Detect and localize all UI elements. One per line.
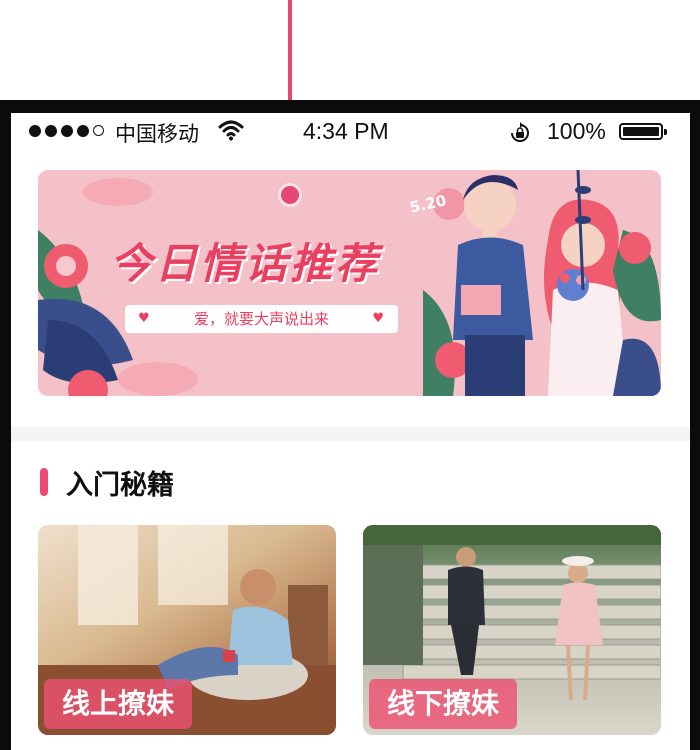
banner-subtitle: 爱，就要大声说出来 — [193, 310, 329, 328]
carrier-name: 中国移动 — [115, 122, 199, 146]
signal-dots-icon — [29, 125, 104, 137]
promo-banner[interactable]: 5.20 今日情话推荐 ♥ 爱，就要大声说出来 ♥ — [38, 170, 661, 396]
section-accent-bar — [40, 468, 48, 496]
heart-icon: ♥ — [372, 311, 384, 326]
couple-illustration — [423, 170, 661, 396]
card-online[interactable]: 线上撩妹 — [38, 525, 336, 735]
app-screen: 中国移动 4:34 PM 100% 5.20 今日情话推荐 ♥ 爱，就要大声说出… — [11, 113, 690, 750]
rotation-lock-icon — [511, 122, 529, 142]
status-bar: 中国移动 4:34 PM 100% — [11, 113, 690, 153]
battery-percent: 100% — [547, 118, 606, 144]
section-title: 入门秘籍 — [66, 470, 174, 501]
card-offline[interactable]: 线下撩妹 — [363, 525, 661, 735]
annotation-pointer-dot — [281, 186, 299, 204]
status-time: 4:34 PM — [303, 118, 389, 144]
banner-title: 今日情话推荐 — [110, 239, 381, 288]
card-label-offline: 线下撩妹 — [369, 679, 518, 729]
section-divider — [11, 427, 690, 441]
battery-icon — [619, 123, 667, 140]
wifi-icon — [218, 120, 244, 141]
card-label-online: 线上撩妹 — [44, 679, 193, 729]
banner-subtitle-pill: ♥ 爱，就要大声说出来 ♥ — [125, 305, 398, 333]
phone-frame: 中国移动 4:34 PM 100% 5.20 今日情话推荐 ♥ 爱，就要大声说出… — [0, 100, 700, 750]
